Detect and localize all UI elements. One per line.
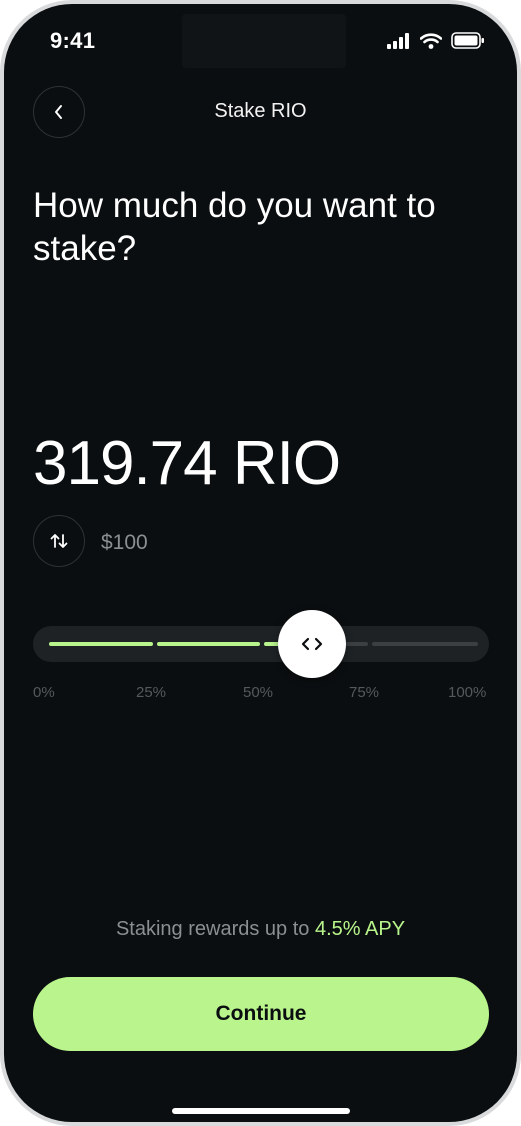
battery-icon: [451, 32, 484, 49]
tick-label-25[interactable]: 25%: [136, 684, 166, 701]
page-title: Stake RIO: [214, 100, 307, 122]
continue-button[interactable]: Continue: [33, 977, 489, 1051]
app-screen: 9:41 Stake RIO How much do you want to s…: [4, 4, 517, 1122]
dynamic-island: [182, 14, 346, 68]
stake-amount: 319.74 RIO: [33, 429, 341, 498]
rewards-prefix: Staking rewards up to: [115, 918, 315, 940]
stake-slider-track[interactable]: [33, 626, 489, 662]
signal-icon: [387, 32, 409, 49]
slider-segment-1: [49, 642, 153, 646]
apy-highlight: 4.5% APY: [314, 918, 406, 940]
tick-label-100[interactable]: 100%: [448, 684, 486, 701]
phone-frame: 9:41 Stake RIO How much do you want to s…: [0, 0, 521, 1126]
tick-label-50[interactable]: 50%: [243, 684, 273, 701]
rewards-note: Staking rewards up to 4.5% APY: [4, 918, 517, 941]
tick-label-75[interactable]: 75%: [349, 684, 379, 701]
slider-segment-2: [157, 642, 260, 646]
tick-label-0[interactable]: 0%: [33, 684, 55, 701]
stake-question: How much do you want to stake?: [33, 186, 436, 268]
swap-currency-button[interactable]: [33, 515, 85, 567]
fiat-value: $100: [101, 531, 148, 554]
home-indicator: [172, 1108, 350, 1114]
swap-vertical-icon: [50, 534, 68, 548]
code-arrows-icon: [301, 637, 323, 651]
slider-segment-4: [372, 642, 478, 646]
status-time: 9:41: [50, 28, 96, 53]
slider-handle[interactable]: [278, 610, 346, 678]
status-icons: [387, 32, 485, 49]
wifi-icon: [420, 32, 442, 49]
